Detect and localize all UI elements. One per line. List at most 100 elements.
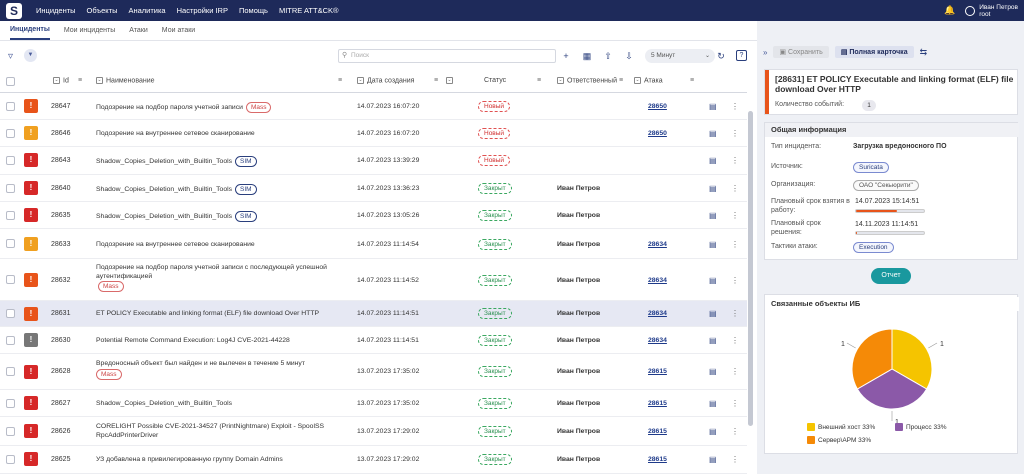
more-icon[interactable]: ⋮ [731,129,739,138]
card-icon[interactable]: ▤ [709,184,717,193]
calendar-icon[interactable]: ▦ [580,49,594,63]
export-icon[interactable]: ⇧ [601,49,615,63]
org-chip[interactable]: ОАО "Секьюрити" [853,180,919,191]
app-logo[interactable]: S [6,2,22,19]
more-icon[interactable]: ⋮ [731,240,739,249]
col-responsible[interactable]: Ответственный [567,77,617,84]
card-icon[interactable]: ▤ [709,240,717,249]
table-row[interactable]: ! 28625 УЗ добавлена в привилегированную… [0,446,747,474]
table-row[interactable]: ! 28632 Подозрение на подбор пароля учет… [0,259,747,301]
card-icon[interactable]: ▤ [709,156,717,165]
card-icon[interactable]: ▤ [709,211,717,220]
nav-incidents[interactable]: Инциденты [36,6,76,15]
nav-objects[interactable]: Объекты [87,6,118,15]
tab-my-attacks[interactable]: Мои атаки [162,22,195,39]
sort-icon[interactable]: ≡ [537,77,541,84]
more-icon[interactable]: ⋮ [731,399,739,408]
help-icon[interactable]: ? [736,50,747,61]
nav-irp-settings[interactable]: Настройки IRP [177,6,228,15]
chevron-down-icon[interactable]: ▼ [24,49,37,62]
more-icon[interactable]: ⋮ [731,184,739,193]
collapse-icon[interactable]: » [763,48,767,57]
more-icon[interactable]: ⋮ [731,102,739,111]
filter-icon[interactable]: ⌄ [357,77,364,84]
more-icon[interactable]: ⋮ [731,309,739,318]
attack-link[interactable]: 28615 [648,428,667,435]
more-icon[interactable]: ⋮ [731,211,739,220]
row-checkbox[interactable] [6,129,15,138]
sort-icon[interactable]: ≡ [434,77,438,84]
filter-icon[interactable]: ⌄ [634,77,641,84]
scrollbar[interactable] [748,111,753,426]
more-icon[interactable]: ⋮ [731,276,739,285]
source-chip[interactable]: Suricata [853,162,889,173]
table-row[interactable]: ! 28643 Shadow_Copies_Deletion_with_Buil… [0,147,747,175]
sort-icon[interactable]: ≡ [78,77,82,84]
row-checkbox[interactable] [6,367,15,376]
attack-link[interactable]: 28634 [648,310,667,317]
card-icon[interactable]: ▤ [709,276,717,285]
table-row[interactable]: ! 28635 Shadow_Copies_Deletion_with_Buil… [0,202,747,229]
col-date[interactable]: Дата создания [367,77,414,84]
tab-incidents[interactable]: Инциденты [10,21,50,40]
card-icon[interactable]: ▤ [709,336,717,345]
sort-icon[interactable]: ≡ [690,77,694,84]
attack-link[interactable]: 28615 [648,368,667,375]
row-checkbox[interactable] [6,184,15,193]
refresh-icon[interactable]: ↻ [714,49,728,63]
user-menu[interactable]: Иван Петров root [965,4,1018,18]
row-checkbox[interactable] [6,455,15,464]
filter-icon[interactable]: ⌄ [446,77,453,84]
attack-link[interactable]: 28634 [648,337,667,344]
nav-analytics[interactable]: Аналитика [128,6,165,15]
row-checkbox[interactable] [6,336,15,345]
col-id[interactable]: Id [63,77,69,84]
table-row[interactable]: ! 28640 Shadow_Copies_Deletion_with_Buil… [0,175,747,202]
full-card-button[interactable]: ▤ Полная карточка [834,46,914,58]
swap-icon[interactable]: ⇆ [920,47,928,58]
filter-icon[interactable]: ⌄ [53,77,60,84]
row-checkbox[interactable] [6,211,15,220]
row-checkbox[interactable] [6,309,15,318]
more-icon[interactable]: ⋮ [731,455,739,464]
col-status[interactable]: Статус [484,77,506,84]
card-icon[interactable]: ▤ [709,102,717,111]
search-input[interactable]: ⚲ Поиск [338,49,556,63]
attack-link[interactable]: 28634 [648,241,667,248]
table-row[interactable]: ! 28630 Potential Remote Command Executi… [0,327,747,354]
filter-icon[interactable]: ▿ [8,51,13,62]
row-checkbox[interactable] [6,427,15,436]
tab-attacks[interactable]: Атаки [129,22,148,39]
more-icon[interactable]: ⋮ [731,367,739,376]
table-row-selected[interactable]: ! 28631 ET POLICY Executable and linking… [0,301,747,327]
row-checkbox[interactable] [6,275,15,284]
row-checkbox[interactable] [6,399,15,408]
attack-link[interactable]: 28634 [648,277,667,284]
table-row[interactable]: ! 28646 Подозрение на внутреннее сетевое… [0,120,747,147]
card-icon[interactable]: ▤ [709,367,717,376]
attack-link[interactable]: 28650 [648,103,667,110]
col-attack[interactable]: Атака [644,77,663,84]
tab-my-incidents[interactable]: Мои инциденты [64,22,115,39]
report-button[interactable]: Отчет [871,268,911,284]
tactic-chip[interactable]: Execution [853,242,894,253]
attack-link[interactable]: 28615 [648,456,667,463]
table-row[interactable]: ! 28628 Вредоносный объект был найден и … [0,354,747,390]
attack-link[interactable]: 28650 [648,130,667,137]
sort-icon[interactable]: ≡ [619,77,623,84]
row-checkbox[interactable] [6,239,15,248]
card-icon[interactable]: ▤ [709,427,717,436]
card-icon[interactable]: ▤ [709,129,717,138]
nav-help[interactable]: Помощь [239,6,268,15]
nav-mitre[interactable]: MITRE ATT&CK® [279,6,339,15]
add-icon[interactable]: + [559,49,573,63]
sort-icon[interactable]: ≡ [338,77,342,84]
bell-icon[interactable]: 🔔 [944,5,955,16]
select-all-checkbox[interactable] [6,77,15,86]
filter-icon[interactable]: ⌄ [96,77,103,84]
table-row[interactable]: ! 28647 Подозрение на подбор пароля учет… [0,93,747,120]
filter-icon[interactable]: ⌄ [557,77,564,84]
more-icon[interactable]: ⋮ [731,427,739,436]
table-row[interactable]: ! 28627 Shadow_Copies_Deletion_with_Buil… [0,390,747,417]
row-checkbox[interactable] [6,156,15,165]
